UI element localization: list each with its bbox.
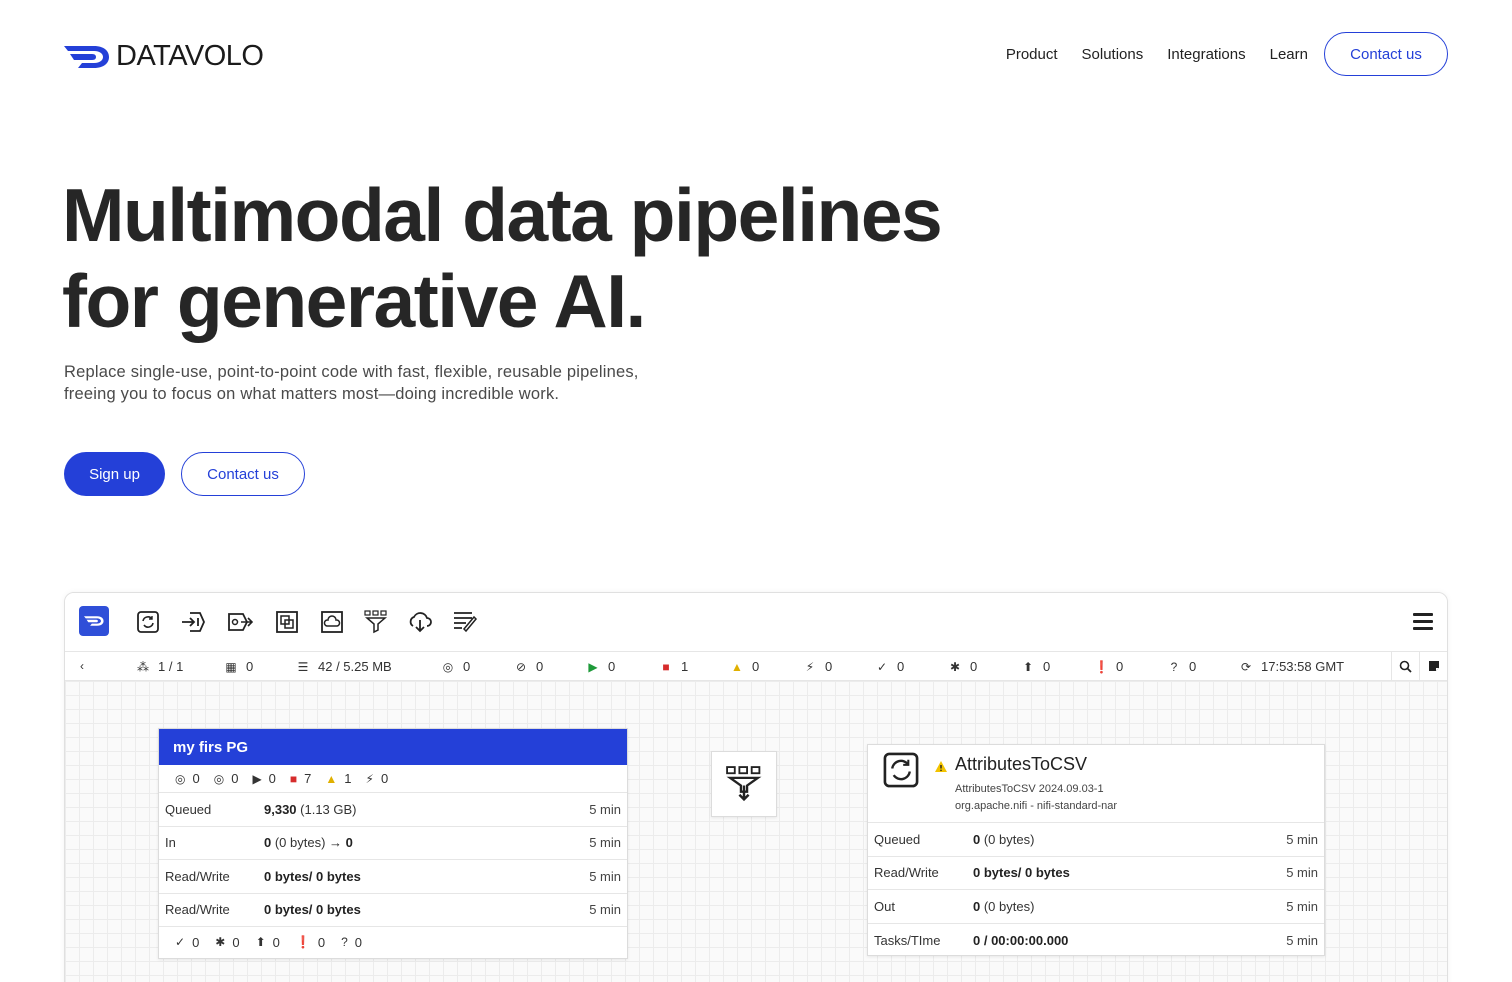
not-transmitting-icon: ⊘ [515,659,527,674]
table-row: Read/Write 0 bytes/ 0 bytes 5 min [868,857,1324,890]
table-row: Queued 9,330 (1.13 GB) 5 min [159,793,627,827]
top-nav: DATAVOLO Product Solutions Integrations … [64,32,1448,76]
status-threads: ⁂ 1 / 1 [137,659,184,674]
status-bar: ‹ ⁂ 1 / 1 ▦ 0 ☰ 42 / 5.25 MB ◎ 0 ⊘ 0 ▶ 0 ■ 1 ▲ 0… [65,651,1447,681]
template-icon[interactable] [407,609,433,635]
play-icon: ▶ [252,771,262,786]
collapse-icon[interactable]: ‹ [75,659,97,673]
asterisk-icon: ✱ [215,935,226,949]
status-disabled: ⚡ 0 [803,659,832,674]
question-icon: ? [341,935,348,949]
logo-text: DATAVOLO [116,40,264,72]
disabled-icon: ⚡ [365,771,374,786]
app-logo-icon[interactable] [79,606,109,636]
not-transmitting-icon: ◎ [213,771,225,786]
flow-canvas[interactable]: my firs PG ◎ 0 ◎ 0 ▶ 0 ■ 7 ▲ 1 ⚡ 0 Queued 9,33… [65,681,1447,982]
status-refreshed: ⟳ 17:53:58 GMT [1239,659,1345,674]
hero-contact-button[interactable]: Contact us [181,452,305,496]
disabled-icon: ⚡ [805,659,815,674]
process-group-name: my firs PG [159,729,627,765]
funnel-component[interactable] [711,751,777,817]
hero-subtitle-line-2: freeing you to focus on what matters mos… [64,385,560,403]
status-bar-actions [1391,652,1447,680]
output-port-icon[interactable] [227,609,253,635]
status-sync-failure: ❗ 0 [1094,659,1124,674]
nav-contact-button[interactable]: Contact us [1324,32,1448,76]
status-invalid: ▲ 0 [731,659,760,674]
table-row: In 0 (0 bytes) → 0 5 min [159,827,627,860]
status-running: ▶ 0 [586,659,615,674]
nav-link-product[interactable]: Product [1006,46,1058,63]
warning-icon: ▲ [325,771,338,786]
processor-bundle: org.apache.nifi - nifi-standard-nar [955,800,1118,812]
arrow-up-circle-icon: ⬆ [255,935,266,949]
input-port-icon[interactable] [180,609,206,635]
nav-link-solutions[interactable]: Solutions [1082,46,1144,63]
process-group-stats: ◎ 0 ◎ 0 ▶ 0 ■ 7 ▲ 1 ⚡ 0 [159,765,627,793]
warning-icon [934,760,948,778]
warning-icon: ▲ [731,659,743,674]
exclamation-circle-icon: ❗ [1094,659,1109,674]
check-icon: ✓ [175,935,186,949]
processor-card[interactable]: AttributesToCSV AttributesToCSV 2024.09.… [867,744,1325,956]
search-icon[interactable] [1391,652,1419,680]
play-icon: ▶ [588,659,598,674]
app-screenshot: ‹ ⁂ 1 / 1 ▦ 0 ☰ 42 / 5.25 MB ◎ 0 ⊘ 0 ▶ 0 ■ 1 ▲ 0… [64,592,1448,982]
status-up-to-date: ✓ 0 [876,659,905,674]
exclamation-circle-icon: ❗ [295,935,311,949]
status-components: ▦ 0 [225,659,254,674]
threads-icon: ⁂ [137,659,149,674]
components-icon: ▦ [225,659,237,674]
question-icon: ? [1170,659,1178,674]
status-queued: ☰ 42 / 5.25 MB [297,659,392,674]
stop-icon: ■ [289,771,298,786]
table-row: Read/Write 0 bytes/ 0 bytes 5 min [159,894,627,927]
hero-title-line-1: Multimodal data pipelines [62,173,943,257]
status-unknown: ? 0 [1167,659,1197,674]
transmitting-icon: ◎ [442,659,454,674]
transmitting-icon: ◎ [175,771,186,786]
status-stale: ⬆ 0 [1022,659,1051,674]
funnel-icon[interactable] [363,609,389,635]
label-icon[interactable] [452,609,478,635]
hero-subtitle-line-1: Replace single-use, point-to-point code … [64,363,639,381]
table-row: Out 0 (0 bytes) 5 min [868,890,1324,924]
datavolo-logo[interactable]: DATAVOLO [64,40,264,73]
status-locally-modified: ✱ 0 [949,659,978,674]
processor-header: AttributesToCSV AttributesToCSV 2024.09.… [868,745,1324,823]
table-row: Read/Write 0 bytes/ 0 bytes 5 min [159,860,627,894]
processor-name: AttributesToCSV [955,754,1088,774]
check-icon: ✓ [876,659,888,674]
table-row: Queued 0 (0 bytes) 5 min [868,823,1324,857]
refresh-icon[interactable]: ⟳ [1239,660,1253,674]
note-icon[interactable] [1419,652,1447,680]
processor-icon[interactable] [135,609,161,635]
stop-icon: ■ [662,659,670,674]
processor-icon [882,751,920,789]
hero-subtitle: Replace single-use, point-to-point code … [64,361,764,405]
nav-link-integrations[interactable]: Integrations [1167,46,1245,63]
status-not-transmitting: ⊘ 0 [515,659,544,674]
list-icon: ☰ [297,659,309,674]
nav-link-learn[interactable]: Learn [1270,46,1308,63]
funnel-icon [726,766,762,802]
datavolo-logo-icon [64,45,109,68]
processor-type: AttributesToCSV 2024.09.03-1 [955,783,1104,795]
app-toolbar [65,593,1447,651]
process-group-card[interactable]: my firs PG ◎ 0 ◎ 0 ▶ 0 ■ 7 ▲ 1 ⚡ 0 Queued 9,33… [158,728,628,959]
process-group-icon[interactable] [274,609,300,635]
nav-links: Product Solutions Integrations Learn Con… [1006,32,1448,76]
asterisk-icon: ✱ [949,659,961,674]
table-row: Tasks/TIme 0 / 00:00:00.000 5 min [874,932,1318,948]
hamburger-menu-icon[interactable] [1413,613,1433,631]
status-stopped: ■ 1 [659,659,688,674]
sign-up-button[interactable]: Sign up [64,452,165,496]
hero-title-line-2: for generative AI. [62,259,646,343]
remote-process-group-icon[interactable] [319,609,345,635]
status-transmitting: ◎ 0 [442,659,471,674]
process-group-footer: ✓ 0 ✱ 0 ⬆ 0 ❗ 0 ? 0 [175,934,362,950]
arrow-up-circle-icon: ⬆ [1022,659,1034,674]
hero-title: Multimodal data pipelines for generative… [62,172,1062,344]
